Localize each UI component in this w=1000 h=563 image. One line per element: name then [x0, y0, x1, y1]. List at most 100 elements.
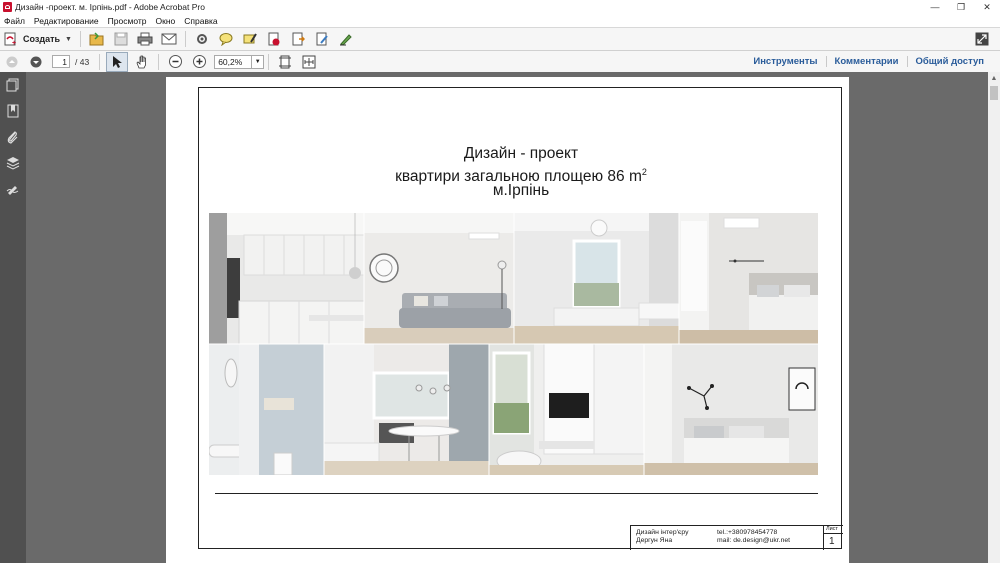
sign-button[interactable]: [336, 30, 356, 48]
bookmark-icon: [7, 104, 19, 118]
study-photo: [514, 213, 680, 344]
expand-icon: [975, 32, 989, 46]
stamp-designer-line1: Дизайн інтер'єру: [636, 529, 689, 536]
zoom-in-button[interactable]: [189, 53, 209, 71]
chevron-down-icon: ▼: [254, 58, 261, 65]
stamp-designer: Дизайн інтер'єру Дергун Яна: [636, 529, 688, 545]
zoom-level-input[interactable]: 60,2%: [214, 54, 253, 69]
toolbar-separator: [184, 31, 186, 47]
bookmarks-button[interactable]: [0, 98, 26, 124]
living-room-photo: [364, 213, 514, 344]
sheet-number: 1: [829, 536, 835, 547]
menu-window[interactable]: Окно: [156, 16, 176, 26]
open-folder-icon: [89, 32, 104, 46]
attachments-button[interactable]: [0, 124, 26, 150]
menu-help[interactable]: Справка: [184, 16, 217, 26]
next-page-button[interactable]: [26, 53, 46, 71]
minimize-button[interactable]: —: [922, 0, 948, 14]
pdf-page: Дизайн - проект квартири загальною площе…: [166, 77, 849, 563]
panel-links: Инструменты Комментарии Общий доступ: [745, 51, 992, 72]
create-button-label: Создать: [23, 34, 61, 44]
arrow-up-icon: [6, 56, 18, 67]
settings-button[interactable]: [192, 30, 212, 48]
acrobat-app-icon: [3, 2, 12, 12]
toolbar-separator: [79, 31, 81, 47]
stamp-mail: mail: de.design@ukr.net: [717, 537, 791, 544]
export-button[interactable]: [288, 30, 308, 48]
pages-icon: [6, 78, 19, 92]
layers-icon: [6, 157, 20, 170]
highlight-pen-icon: [243, 33, 257, 44]
arrow-down-icon: [30, 56, 42, 67]
menu-edit[interactable]: Редактирование: [34, 16, 99, 26]
tv-room-photo: [489, 343, 645, 475]
gear-icon: [196, 34, 207, 44]
edit-button[interactable]: [312, 30, 332, 48]
share-panel-link[interactable]: Общий доступ: [906, 56, 993, 67]
select-tool-button[interactable]: [106, 51, 129, 72]
interior-photo-collage: [209, 213, 818, 475]
speech-bubble-icon: [219, 33, 233, 46]
open-button[interactable]: [87, 30, 107, 48]
stamp-contacts: tel.:+380978454778 mail: de.design@ukr.n…: [717, 529, 790, 545]
scrollbar-thumb[interactable]: [990, 86, 998, 100]
dining-room-photo: [323, 344, 489, 475]
export-icon: [292, 32, 305, 46]
toolbar-separator: [268, 53, 270, 70]
toolbar-separator: [158, 53, 160, 70]
page-number-input[interactable]: 1: [52, 55, 70, 68]
comments-panel-link[interactable]: Комментарии: [825, 56, 907, 67]
pen-sign-icon: [339, 34, 352, 46]
save-icon: [114, 32, 128, 46]
prev-page-button[interactable]: [2, 53, 22, 71]
stamp-button[interactable]: [264, 30, 284, 48]
restore-button[interactable]: ❐: [948, 0, 974, 14]
close-button[interactable]: ✕: [974, 0, 1000, 14]
menu-file[interactable]: Файл: [4, 16, 25, 26]
email-button[interactable]: [159, 30, 179, 48]
navigation-pane: [0, 72, 26, 563]
print-button[interactable]: [135, 30, 155, 48]
document-viewer[interactable]: Дизайн - проект квартири загальною площе…: [26, 72, 988, 563]
vertical-scrollbar[interactable]: ▲: [988, 72, 1000, 563]
save-button[interactable]: [111, 30, 131, 48]
stamp-icon: [268, 32, 280, 46]
create-button[interactable]: + Создать ▼: [0, 30, 76, 48]
layers-button[interactable]: [0, 150, 26, 176]
title-block-stamp: Дизайн інтер'єру Дергун Яна tel.:+380978…: [630, 525, 843, 550]
fit-page-icon: [279, 55, 292, 68]
title-bar: Дизайн -проект. м. Ірпінь.pdf - Adobe Ac…: [0, 0, 1000, 14]
fullscreen-button[interactable]: [972, 30, 992, 48]
hand-tool-button[interactable]: [132, 53, 152, 71]
stamp-designer-line2: Дергун Яна: [636, 537, 673, 544]
sheet-box-line: [824, 533, 843, 534]
stamp-tel: tel.:+380978454778: [717, 529, 778, 536]
edit-document-icon: [316, 32, 328, 46]
plus-circle-icon: [192, 55, 206, 68]
window-title: Дизайн -проект. м. Ірпінь.pdf - Adobe Ac…: [15, 2, 205, 12]
page-total: / 43: [75, 56, 90, 67]
fit-page-button[interactable]: [275, 53, 295, 71]
tools-panel-link[interactable]: Инструменты: [745, 56, 825, 67]
email-icon: [161, 33, 177, 45]
comment-button[interactable]: [216, 30, 236, 48]
fit-width-button[interactable]: [299, 53, 319, 71]
svg-text:+: +: [12, 40, 16, 46]
paperclip-icon: [7, 131, 18, 144]
page-thumbnails-button[interactable]: [0, 72, 26, 98]
cursor-arrow-icon: [113, 55, 123, 68]
doc-title-line1: Дизайн - проект: [463, 145, 579, 162]
print-icon: [137, 32, 153, 46]
minus-circle-icon: [168, 55, 182, 68]
highlight-button[interactable]: [240, 30, 260, 48]
navigation-toolbar: 1 / 43 60,2% ▼ Инструменты Комментарии О…: [0, 51, 1000, 73]
chevron-down-icon: ▼: [65, 35, 72, 43]
signatures-button[interactable]: [0, 176, 26, 202]
kitchen-photo: [209, 213, 365, 345]
scroll-up-button[interactable]: ▲: [988, 72, 1000, 84]
zoom-out-button[interactable]: [165, 53, 185, 71]
menu-view[interactable]: Просмотр: [108, 16, 147, 26]
frame-divider-line: [215, 493, 818, 494]
zoom-dropdown-button[interactable]: ▼: [252, 54, 265, 69]
menu-bar: Файл Редактирование Просмотр Окно Справк…: [0, 14, 1000, 28]
